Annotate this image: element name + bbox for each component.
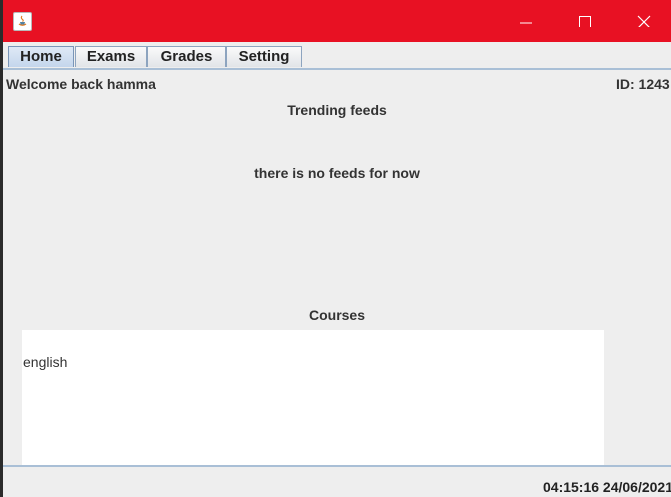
no-feeds-message: there is no feeds for now: [254, 165, 420, 181]
title-bar[interactable]: [3, 0, 671, 42]
tab-grades[interactable]: Grades: [147, 46, 226, 67]
app-window: Home Exams Grades Setting Welcome back h…: [3, 0, 671, 497]
tab-home[interactable]: Home: [8, 46, 74, 67]
trending-feeds-title: Trending feeds: [287, 102, 387, 118]
home-panel: Welcome back hamma ID: 1243 Trending fee…: [3, 70, 671, 465]
close-icon: [637, 15, 651, 27]
status-bar: 04:15:16 24/06/2021: [3, 467, 671, 497]
welcome-label: Welcome back hamma: [6, 76, 156, 92]
minimize-button[interactable]: [499, 0, 555, 42]
list-item[interactable]: english: [23, 354, 67, 370]
close-button[interactable]: [617, 0, 671, 42]
minimize-icon: [520, 22, 532, 24]
tab-setting[interactable]: Setting: [226, 46, 302, 67]
clock-label: 04:15:16 24/06/2021: [543, 479, 671, 495]
tab-exams[interactable]: Exams: [75, 46, 147, 67]
courses-title: Courses: [308, 307, 366, 323]
user-id-label: ID: 1243: [616, 76, 670, 92]
maximize-button[interactable]: [558, 0, 614, 42]
maximize-icon: [579, 16, 591, 27]
java-app-icon: [13, 12, 32, 31]
tab-bar: Home Exams Grades Setting: [3, 42, 671, 68]
courses-list[interactable]: english: [22, 330, 604, 465]
